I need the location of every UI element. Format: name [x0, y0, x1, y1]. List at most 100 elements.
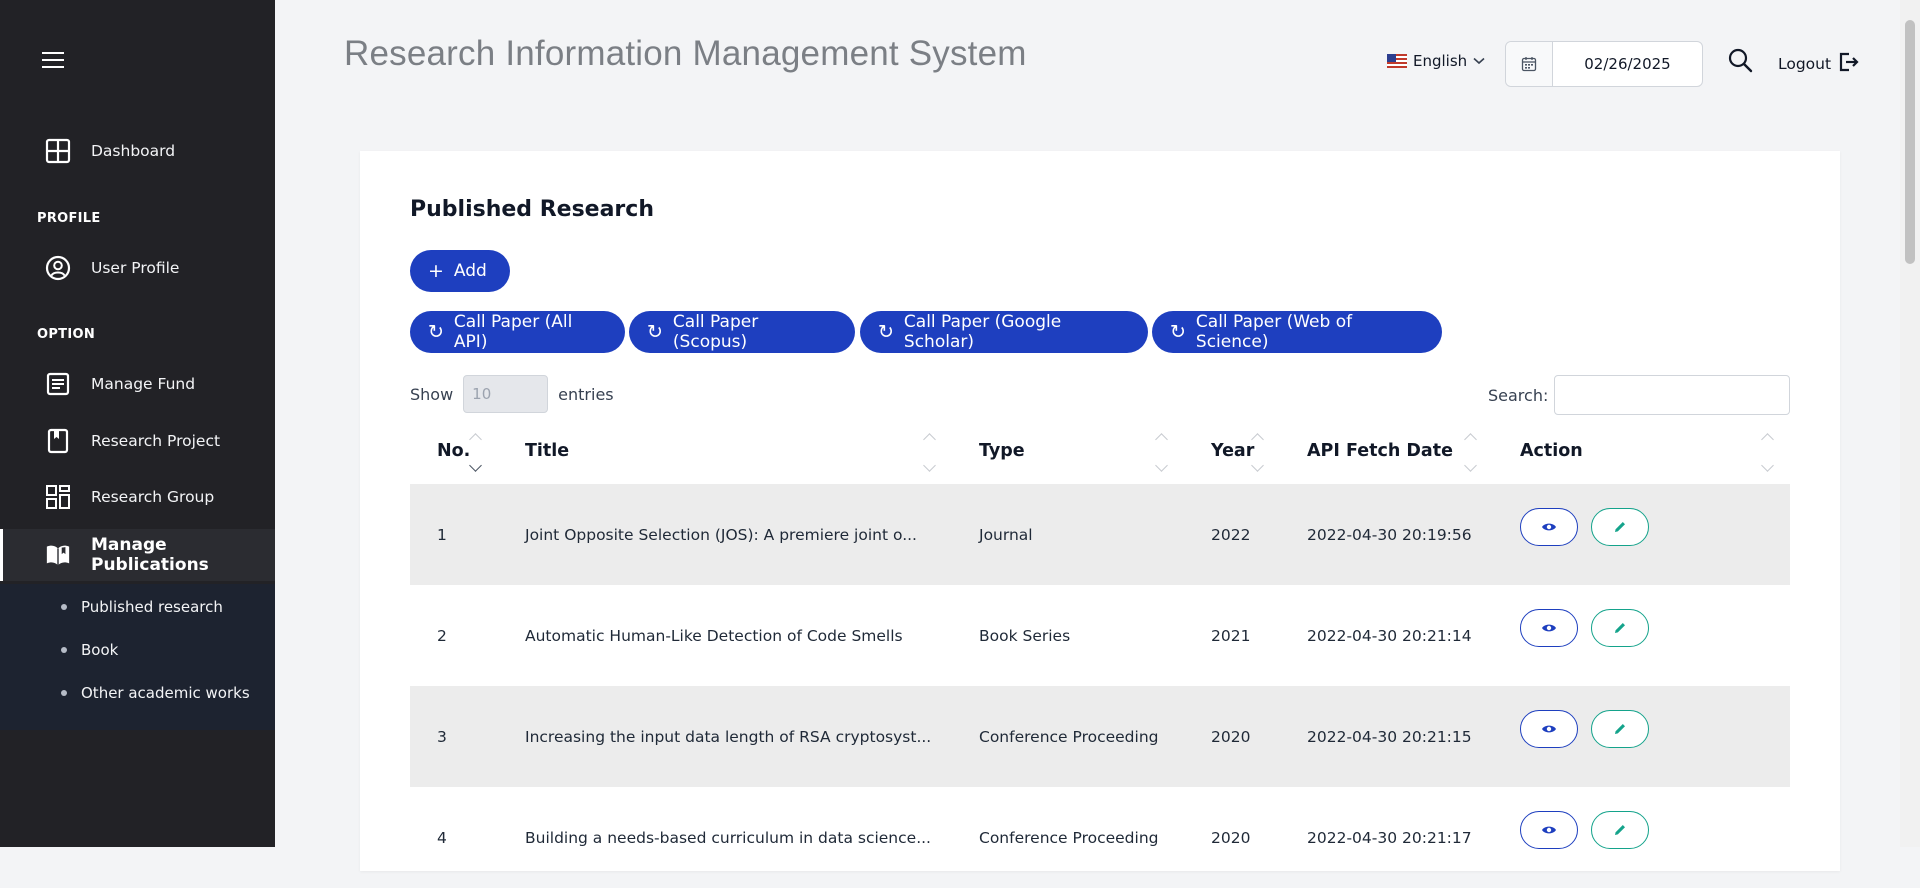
button-label: Call Paper (Web of Science) [1195, 312, 1353, 352]
edit-button[interactable] [1591, 609, 1649, 647]
publications-submenu: Published research Book Other academic w… [0, 584, 275, 730]
add-button-label: Add [453, 261, 487, 281]
cell-year: 2020 [1211, 828, 1251, 847]
refresh-icon: ↻ [878, 320, 894, 343]
cell-api-fetch-date: 2022-04-30 20:21:14 [1307, 626, 1472, 645]
published-research-card: Published Research + Add ↻ Call Paper (A… [360, 151, 1840, 871]
page-scrollbar[interactable] [1900, 0, 1920, 847]
column-header-title[interactable]: Title [525, 441, 569, 461]
sort-icon[interactable] [469, 431, 482, 477]
book-icon [45, 428, 71, 454]
view-button[interactable] [1520, 508, 1578, 546]
pencil-icon [1615, 522, 1625, 532]
cell-no: 4 [437, 828, 447, 847]
eye-icon [1542, 624, 1556, 632]
refresh-icon: ↻ [1170, 320, 1186, 343]
eye-icon [1542, 826, 1556, 834]
sidebar-item-label: Manage Publications [91, 535, 209, 575]
sort-icon[interactable] [1761, 431, 1774, 477]
grid-icon [45, 484, 71, 510]
logout-label: Logout [1778, 55, 1832, 73]
edit-button[interactable] [1591, 508, 1649, 546]
pencil-icon [1615, 825, 1625, 835]
cell-type: Conference Proceeding [979, 828, 1159, 847]
entries-select[interactable]: 10 [463, 375, 549, 413]
view-button[interactable] [1520, 710, 1578, 748]
logout-button[interactable]: Logout [1778, 51, 1859, 77]
cell-api-fetch-date: 2022-04-30 20:19:56 [1307, 525, 1472, 544]
sidebar-item-dashboard[interactable]: Dashboard [0, 127, 275, 175]
column-header-year[interactable]: Year [1211, 441, 1254, 461]
pencil-icon [1615, 724, 1625, 734]
open-book-icon [45, 542, 71, 568]
user-circle-icon [45, 255, 71, 281]
call-paper-google-scholar-button[interactable]: ↻ Call Paper (Google Scholar) [860, 311, 1148, 353]
add-button[interactable]: + Add [410, 250, 510, 292]
document-icon [45, 371, 71, 397]
button-label: Call Paper (Scopus) [672, 312, 759, 352]
calendar-icon[interactable] [1506, 42, 1553, 86]
sort-icon[interactable] [1155, 431, 1168, 477]
column-header-no[interactable]: No. [437, 441, 470, 461]
submenu-item-published-research[interactable]: Published research [0, 587, 275, 627]
table-row: 1 Joint Opposite Selection (JOS): A prem… [410, 484, 1790, 585]
sidebar-item-label: Dashboard [91, 142, 176, 160]
app-title: Research Information Management System [344, 34, 1027, 73]
plus-icon: + [428, 259, 444, 282]
button-label: Call Paper (All API) [453, 312, 573, 352]
sidebar-item-manage-fund[interactable]: Manage Fund [0, 360, 275, 408]
entries-control: Show 10 entries [410, 375, 614, 413]
table-search-input[interactable] [1554, 375, 1790, 415]
date-picker[interactable]: 02/26/2025 [1505, 41, 1703, 87]
sidebar-item-manage-publications[interactable]: Manage Publications [0, 529, 275, 581]
menu-toggle-icon[interactable] [42, 50, 66, 70]
section-label-option: OPTION [37, 327, 96, 342]
sort-icon[interactable] [923, 431, 936, 477]
cell-type: Book Series [979, 626, 1071, 645]
bullet-icon [61, 604, 67, 610]
column-header-api-fetch-date[interactable]: API Fetch Date [1307, 441, 1453, 461]
bullet-icon [61, 690, 67, 696]
sidebar-item-research-project[interactable]: Research Project [0, 417, 275, 465]
table-row: 4 Building a needs-based curriculum in d… [410, 787, 1790, 888]
sort-icon[interactable] [1251, 431, 1264, 477]
call-paper-all-api-button[interactable]: ↻ Call Paper (All API) [410, 311, 625, 353]
view-button[interactable] [1520, 811, 1578, 849]
bullet-icon [61, 647, 67, 653]
cell-no: 2 [437, 626, 447, 645]
edit-button[interactable] [1591, 811, 1649, 849]
submenu-item-book[interactable]: Book [0, 630, 275, 670]
page-title: Published Research [410, 197, 654, 222]
sidebar-item-label: Research Group [91, 488, 215, 506]
sidebar-item-research-group[interactable]: Research Group [0, 473, 275, 521]
call-paper-web-of-science-button[interactable]: ↻ Call Paper (Web of Science) [1152, 311, 1442, 353]
us-flag-icon [1387, 54, 1407, 68]
button-label: Call Paper (Google Scholar) [903, 312, 1062, 352]
cell-type: Journal [979, 525, 1033, 544]
column-header-action: Action [1520, 441, 1583, 461]
cell-title: Joint Opposite Selection (JOS): A premie… [525, 525, 917, 544]
cell-no: 3 [437, 727, 447, 746]
cell-api-fetch-date: 2022-04-30 20:21:15 [1307, 727, 1472, 746]
sidebar-item-label: User Profile [91, 259, 180, 277]
edit-button[interactable] [1591, 710, 1649, 748]
sort-icon[interactable] [1464, 431, 1477, 477]
scrollbar-thumb[interactable] [1905, 20, 1915, 264]
search-icon[interactable] [1727, 47, 1753, 73]
sidebar-item-label: Manage Fund [91, 375, 196, 393]
date-value[interactable]: 02/26/2025 [1553, 42, 1702, 86]
view-button[interactable] [1520, 609, 1578, 647]
cell-no: 1 [437, 525, 447, 544]
submenu-item-label: Other academic works [81, 684, 250, 702]
cell-year: 2020 [1211, 727, 1251, 746]
entries-label: entries [558, 384, 614, 404]
column-header-type[interactable]: Type [979, 441, 1025, 461]
submenu-item-label: Book [81, 641, 119, 659]
sidebar-item-user-profile[interactable]: User Profile [0, 244, 275, 292]
cell-api-fetch-date: 2022-04-30 20:21:17 [1307, 828, 1472, 847]
language-selector[interactable]: English [1387, 52, 1485, 70]
cell-title: Building a needs-based curriculum in dat… [525, 828, 931, 847]
language-label: English [1413, 52, 1468, 70]
submenu-item-other-academic-works[interactable]: Other academic works [0, 673, 275, 713]
call-paper-scopus-button[interactable]: ↻ Call Paper (Scopus) [629, 311, 855, 353]
